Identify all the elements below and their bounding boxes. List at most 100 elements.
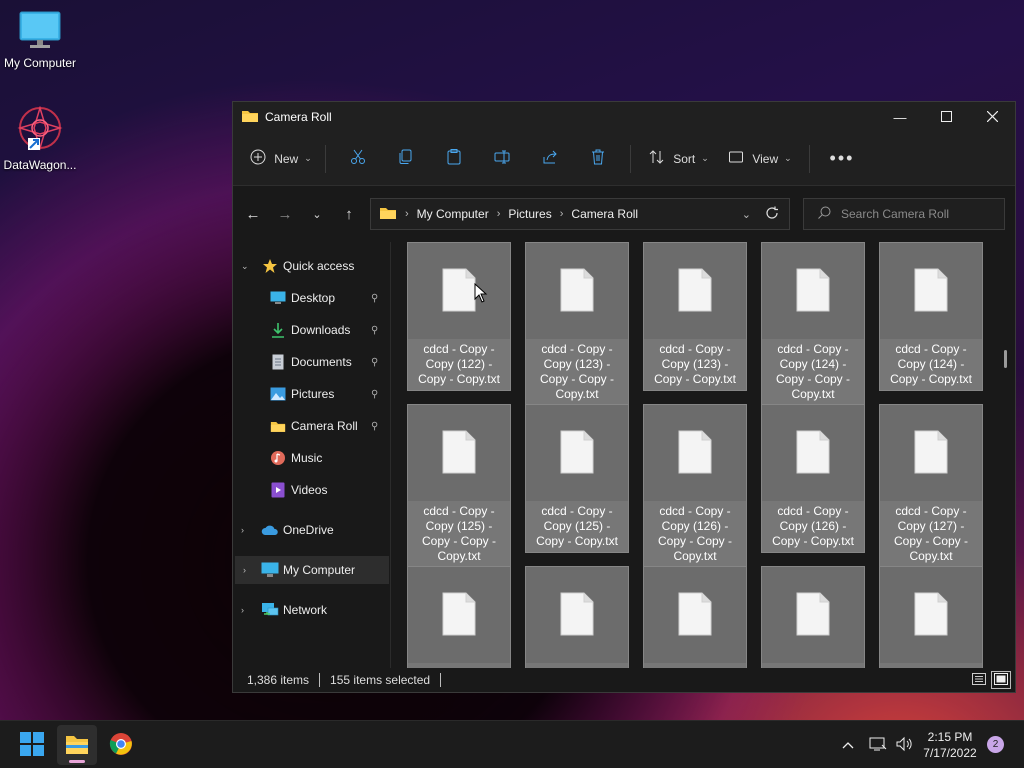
file-grid[interactable]: cdcd - Copy - Copy (122) - Copy - Copy.txt… <box>392 242 1015 670</box>
scissors-icon <box>350 149 366 168</box>
file-name: cdcd - Copy - Copy (122) - Copy - Copy.txt <box>408 339 510 390</box>
file-name-line: cdcd - Copy - <box>777 504 849 518</box>
file-tile[interactable]: cdcd - Copy - Copy (125) - Copy - Copy.txt <box>525 404 629 553</box>
delete-button[interactable] <box>574 143 622 175</box>
breadcrumb-pictures[interactable]: Pictures <box>508 207 551 221</box>
file-name-line: Copy (125) - <box>543 519 611 533</box>
file-tile[interactable]: cdcd - Copy <box>643 566 747 670</box>
search-input[interactable] <box>841 207 991 221</box>
nav-my-computer[interactable]: › My Computer <box>235 556 389 584</box>
file-tile[interactable]: cdcd - Copy - Copy (126) - Copy - Copy.txt <box>761 404 865 553</box>
rename-button[interactable] <box>478 143 526 175</box>
new-button[interactable]: New ⌄ <box>245 143 317 175</box>
nav-quick-access[interactable]: ⌄ Quick access <box>233 252 391 280</box>
forward-button[interactable]: → <box>269 198 301 230</box>
file-tile[interactable]: cdcd - Copy <box>525 566 629 670</box>
file-explorer-window: Camera Roll — New ⌄ Sort ⌄ View ⌄ ••• ← … <box>232 101 1016 693</box>
file-tile[interactable]: cdcd - Copy <box>879 566 983 670</box>
rename-icon <box>494 149 510 168</box>
sort-label: Sort <box>673 151 696 166</box>
file-name-line: Copy - Copy - <box>657 534 733 548</box>
file-tile[interactable]: cdcd - Copy - Copy (125) - Copy - Copy - Co… <box>407 404 511 568</box>
nav-my-computer-label: My Computer <box>283 563 356 577</box>
breadcrumb-my-computer[interactable]: My Computer <box>417 207 489 221</box>
nav-network[interactable]: › Network <box>233 596 391 624</box>
file-tile[interactable]: cdcd - Copy - Copy (122) - Copy - Copy.txt <box>407 242 511 391</box>
back-button[interactable]: ← <box>237 198 269 230</box>
chevron-right-icon[interactable]: › <box>243 565 255 575</box>
file-name-line: cdcd - Copy - <box>777 342 849 356</box>
file-tile[interactable]: cdcd - Copy - Copy (124) - Copy - Copy.txt <box>879 242 983 391</box>
start-button[interactable] <box>12 725 52 765</box>
maximize-button[interactable] <box>923 102 969 132</box>
nav-onedrive[interactable]: › OneDrive <box>233 516 391 544</box>
cut-button[interactable] <box>334 143 382 175</box>
nav-desktop[interactable]: Desktop ⚲ <box>269 284 378 312</box>
paste-button[interactable] <box>430 143 478 175</box>
file-thumbnail <box>526 405 628 501</box>
file-name-line: Copy (127) - <box>897 519 965 533</box>
copy-button[interactable] <box>382 143 430 175</box>
chevron-down-icon[interactable]: ⌄ <box>241 261 253 272</box>
refresh-icon[interactable] <box>765 206 779 223</box>
computer-icon <box>261 561 279 579</box>
close-button[interactable] <box>969 102 1015 132</box>
breadcrumb-chevron-icon: › <box>496 208 501 220</box>
chevron-down-icon: ⌄ <box>701 153 709 163</box>
volume-icon[interactable] <box>892 736 916 755</box>
file-tile[interactable]: cdcd - Copy - Copy (126) - Copy - Copy - Co… <box>643 404 747 568</box>
title-bar[interactable]: Camera Roll — <box>233 102 1015 132</box>
notification-badge[interactable]: 2 <box>987 736 1004 753</box>
vertical-scrollbar[interactable] <box>1004 350 1007 368</box>
file-explorer-icon <box>65 733 89 758</box>
breadcrumb-camera-roll[interactable]: Camera Roll <box>571 207 638 221</box>
chrome-taskbar-button[interactable] <box>101 725 141 765</box>
chevron-right-icon[interactable]: › <box>241 605 253 615</box>
file-tile[interactable]: cdcd - Copy <box>761 566 865 670</box>
nav-downloads[interactable]: Downloads ⚲ <box>269 316 378 344</box>
taskbar-clock[interactable]: 2:15 PM 7/17/2022 <box>914 729 986 761</box>
file-tile[interactable]: cdcd - Copy - Copy (123) - Copy - Copy - Co… <box>525 242 629 406</box>
more-options-button[interactable]: ••• <box>818 143 866 175</box>
recent-locations-button[interactable]: ⌄ <box>301 198 333 230</box>
file-name-line: Copy (123) - <box>661 357 729 371</box>
tiles-view-button[interactable] <box>991 671 1011 689</box>
desktop-icon-my-computer[interactable]: My Computer <box>0 10 80 70</box>
nav-music[interactable]: Music <box>269 444 322 472</box>
nav-pictures[interactable]: Pictures ⚲ <box>269 380 378 408</box>
chevron-up-icon[interactable] <box>838 738 858 752</box>
view-button[interactable]: View ⌄ <box>719 143 801 175</box>
address-dropdown-button[interactable]: ⌄ <box>742 208 751 221</box>
file-tile[interactable]: cdcd - Copy - Copy (123) - Copy - Copy.txt <box>643 242 747 391</box>
file-explorer-taskbar-button[interactable] <box>57 725 97 765</box>
minimize-button[interactable]: — <box>877 102 923 132</box>
nav-camera-roll[interactable]: Camera Roll ⚲ <box>269 412 378 440</box>
search-box[interactable] <box>803 198 1005 230</box>
network-status-icon[interactable] <box>864 736 892 755</box>
toolbar-separator <box>809 144 810 173</box>
videos-icon <box>269 481 287 499</box>
file-thumbnail <box>644 567 746 663</box>
sort-button[interactable]: Sort ⌄ <box>639 143 719 175</box>
address-bar[interactable]: › My Computer › Pictures › Camera Roll ⌄ <box>370 198 790 230</box>
file-thumbnail <box>880 405 982 501</box>
share-button[interactable] <box>526 143 574 175</box>
file-name-line: cdcd - Copy - <box>895 504 967 518</box>
nav-documents[interactable]: Documents ⚲ <box>269 348 378 376</box>
more-icon: ••• <box>829 148 855 168</box>
file-name-line: Copy - Copy - <box>893 534 969 548</box>
desktop-icon-datawagon[interactable]: DataWagon... <box>0 105 80 172</box>
file-tile[interactable]: cdcd - Copy - Copy (124) - Copy - Copy - Co… <box>761 242 865 406</box>
trash-icon <box>590 149 606 168</box>
nav-videos[interactable]: Videos <box>269 476 327 504</box>
up-button[interactable]: ↑ <box>333 198 365 230</box>
tiles-view-icon <box>994 672 1008 688</box>
file-tile[interactable]: cdcd - Copy <box>407 566 511 670</box>
details-view-button[interactable] <box>969 671 989 689</box>
chevron-right-icon[interactable]: › <box>241 525 253 535</box>
text-file-icon <box>796 430 830 477</box>
file-name: cdcd - Copy - Copy (125) - Copy - Copy.txt <box>526 501 628 552</box>
file-thumbnail <box>762 243 864 339</box>
file-tile[interactable]: cdcd - Copy - Copy (127) - Copy - Copy - Co… <box>879 404 983 568</box>
new-label: New <box>274 151 299 166</box>
